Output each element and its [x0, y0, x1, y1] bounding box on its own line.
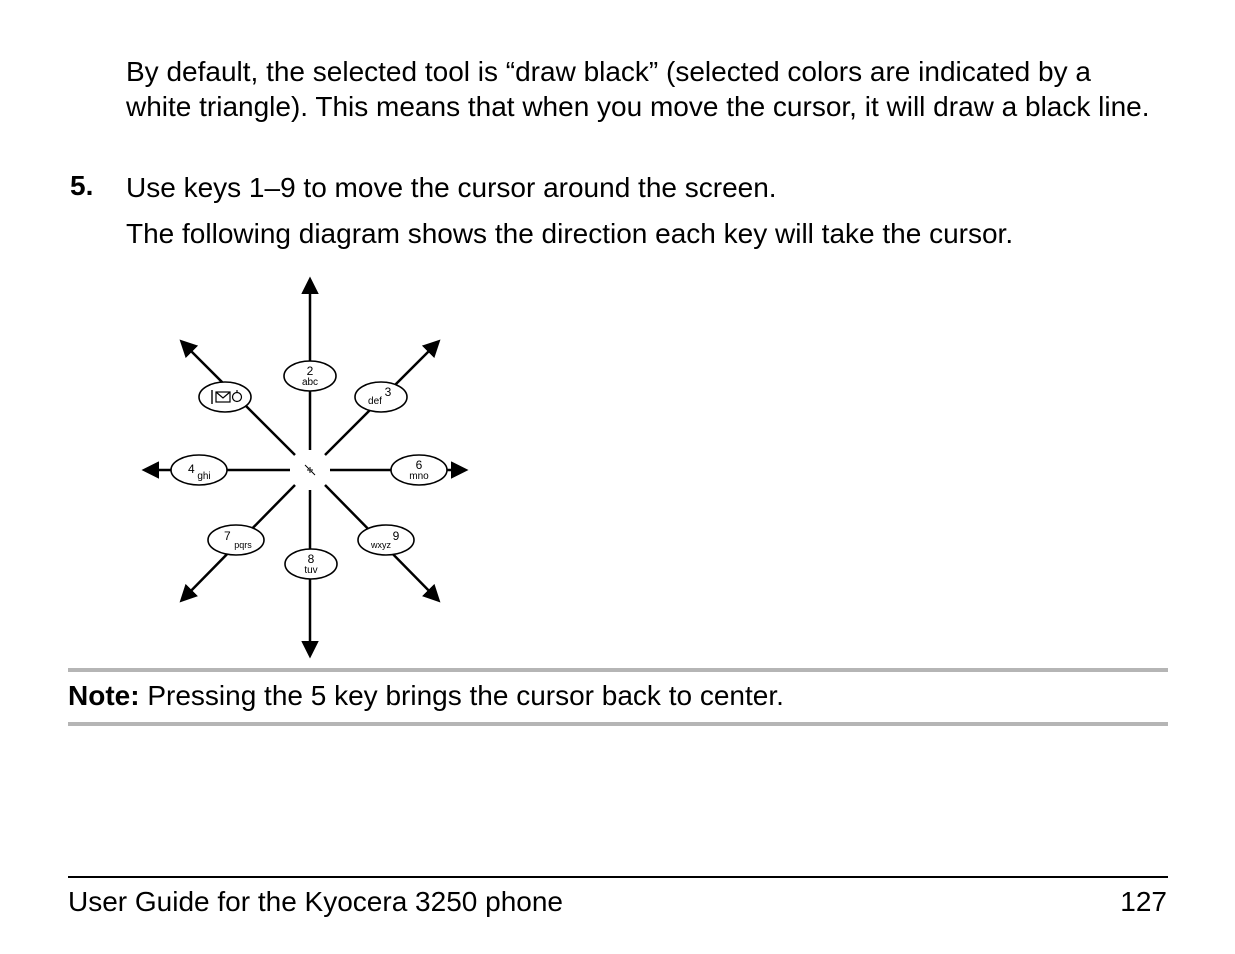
key-3-digit: 3	[385, 385, 392, 399]
key-7-letters: pqrs	[234, 540, 252, 550]
key-6-letters: mno	[409, 471, 429, 482]
footer-page-number: 127	[1120, 886, 1167, 918]
key-2-letters: abc	[302, 377, 318, 388]
key-7-digit: 7	[224, 529, 231, 543]
document-page: By default, the selected tool is “draw b…	[0, 0, 1235, 954]
footer-rule	[68, 876, 1168, 878]
key-6-digit: 6	[416, 458, 423, 472]
key-9-letters: wxyz	[370, 540, 391, 550]
key-2-digit: 2	[307, 364, 314, 378]
key-3-letters: def	[368, 396, 382, 407]
step-number-5: 5.	[70, 170, 93, 202]
note: Note: Pressing the 5 key brings the curs…	[68, 680, 1168, 712]
note-rule-bottom	[68, 722, 1168, 726]
footer-title: User Guide for the Kyocera 3250 phone	[68, 886, 563, 918]
direction-keys-diagram: 2 abc 3 def 4 ghi 6 mno 7 pqrs 8 tuv 9 w…	[130, 270, 540, 670]
key-8-digit: 8	[308, 552, 315, 566]
key-9-digit: 9	[393, 529, 400, 543]
note-body: Pressing the 5 key brings the cursor bac…	[140, 680, 784, 711]
step-instruction: Use keys 1–9 to move the cursor around t…	[126, 170, 1164, 205]
key-8-letters: tuv	[304, 565, 317, 576]
key-4-digit: 4	[188, 462, 195, 476]
note-label: Note:	[68, 680, 140, 711]
paragraph-intro: By default, the selected tool is “draw b…	[126, 54, 1164, 124]
note-rule-top	[68, 668, 1168, 672]
step-sub-instruction: The following diagram shows the directio…	[126, 216, 1164, 251]
key-4-letters: ghi	[197, 471, 210, 482]
